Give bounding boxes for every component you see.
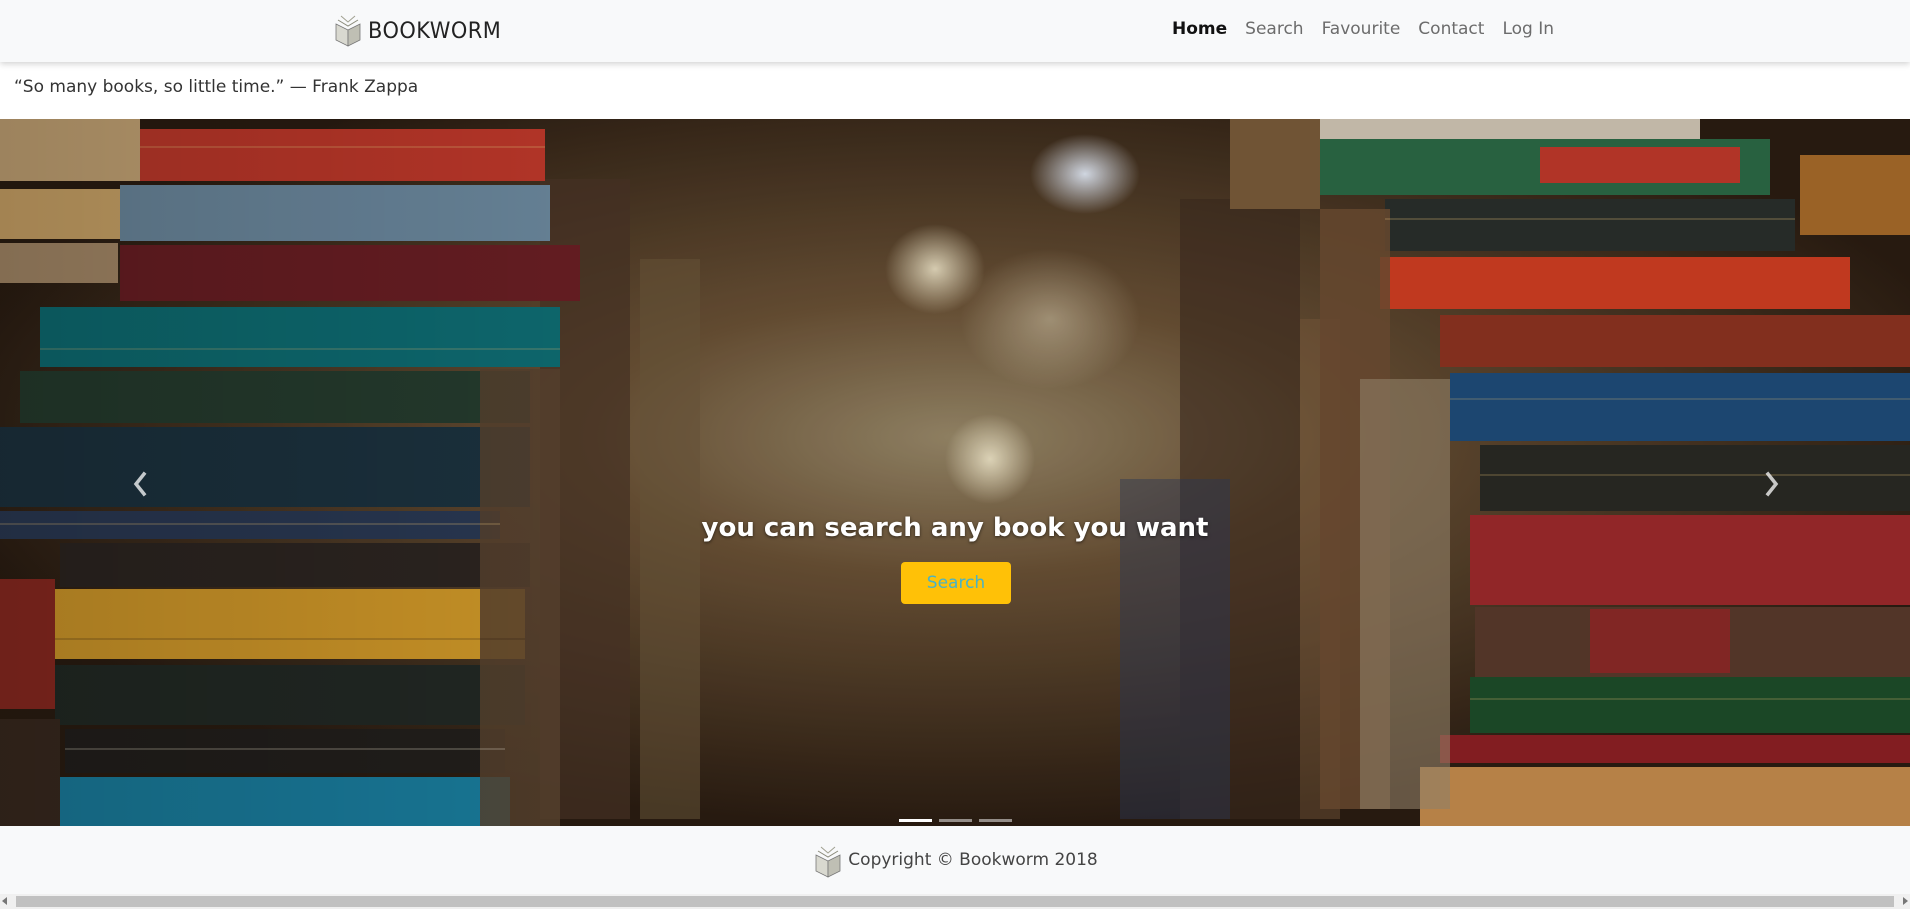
hero-search-button[interactable]: Search [901, 562, 1011, 604]
quote-text: “So many books, so little time.” — Frank… [14, 77, 419, 97]
carousel-next-control[interactable] [1742, 459, 1802, 509]
hero-background-image [0, 119, 1910, 826]
footer: Copyright © Bookworm 2018 [0, 826, 1910, 894]
nav-link-login[interactable]: Log In [1502, 19, 1554, 39]
scroll-left-arrow-icon[interactable] [2, 897, 7, 905]
brand-link[interactable]: BOOKWORM [332, 14, 508, 48]
carousel-indicator-1[interactable] [898, 819, 932, 822]
nav-link-contact[interactable]: Contact [1418, 19, 1484, 39]
copyright-text: Copyright © Bookworm 2018 [848, 850, 1098, 870]
carousel-prev-control[interactable] [110, 459, 170, 509]
carousel-caption: you can search any book you want [0, 513, 1910, 543]
nav-menu: Home Search Favourite Contact Log In [1172, 19, 1554, 39]
chevron-left-icon [133, 471, 147, 497]
carousel-indicators [0, 819, 1910, 822]
nav-link-home[interactable]: Home [1172, 19, 1227, 39]
scroll-right-arrow-icon[interactable] [1903, 897, 1908, 905]
hero-carousel: you can search any book you want Search [0, 119, 1910, 826]
nav-link-favourite[interactable]: Favourite [1322, 19, 1401, 39]
caption-title: you can search any book you want [701, 513, 1209, 543]
navbar: BOOKWORM Home Search Favourite Contact L… [0, 0, 1910, 62]
carousel-indicator-3[interactable] [978, 819, 1012, 822]
book-logo-icon [815, 846, 841, 878]
nav-link-search[interactable]: Search [1245, 19, 1303, 39]
brand-name: BOOKWORM [368, 18, 502, 44]
chevron-right-icon [1765, 471, 1779, 497]
scrollbar-thumb[interactable] [16, 896, 1894, 907]
book-logo-icon [335, 15, 361, 47]
horizontal-scrollbar[interactable] [0, 894, 1910, 909]
carousel-indicator-2[interactable] [938, 819, 972, 822]
